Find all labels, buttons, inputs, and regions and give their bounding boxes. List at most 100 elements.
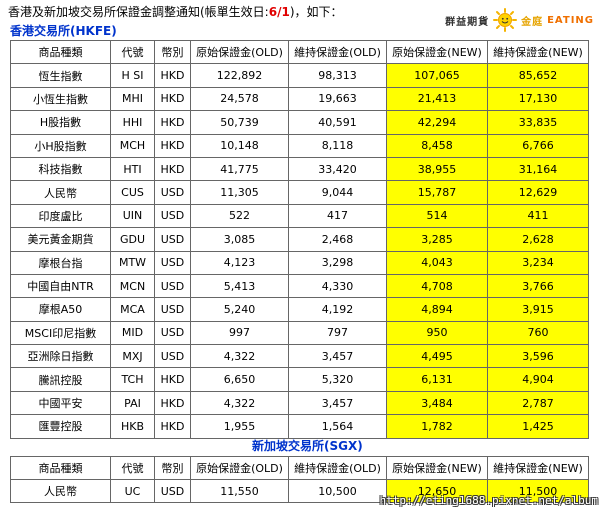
brand-logo: 群益期貨 金庭 EATING bbox=[445, 2, 594, 38]
initial-margin-new: 15,787 bbox=[386, 180, 488, 205]
product-code: MCN bbox=[110, 273, 155, 299]
maintenance-margin-old: 4,330 bbox=[288, 273, 387, 299]
maintenance-margin-new: 31,164 bbox=[487, 156, 589, 182]
product-name: 中國平安 bbox=[10, 390, 111, 416]
initial-margin-old: 4,322 bbox=[190, 390, 289, 416]
initial-margin-new: 107,065 bbox=[386, 63, 488, 88]
table-row: MSCI印尼指數 MID USD 997 797 950 760 bbox=[10, 320, 589, 346]
product-code: GDU bbox=[110, 227, 155, 252]
table-row: 中國自由NTR MCN USD 5,413 4,330 4,708 3,766 bbox=[10, 273, 589, 299]
product-name: MSCI印尼指數 bbox=[10, 320, 111, 346]
table-row: 印度盧比 UIN USD 522 417 514 411 bbox=[10, 203, 589, 229]
currency: HKD bbox=[154, 86, 191, 112]
maintenance-margin-old: 2,468 bbox=[288, 227, 387, 252]
currency: HKD bbox=[154, 390, 191, 416]
currency: USD bbox=[154, 250, 191, 275]
initial-margin-new: 1,782 bbox=[386, 414, 488, 439]
maintenance-margin-new: 4,904 bbox=[487, 367, 589, 392]
product-name: 美元黃金期貨 bbox=[10, 227, 111, 252]
product-name: 人民幣 bbox=[10, 479, 111, 503]
initial-margin-old: 5,240 bbox=[190, 297, 289, 322]
currency: USD bbox=[154, 320, 191, 346]
brand-part3: EATING bbox=[547, 14, 594, 26]
header-product: 商品種類 bbox=[10, 456, 111, 480]
initial-margin-old: 4,322 bbox=[190, 344, 289, 369]
initial-margin-old: 24,578 bbox=[190, 86, 289, 112]
product-name: 小H股指數 bbox=[10, 133, 111, 158]
header-maintenance-new: 維持保證金(NEW) bbox=[487, 39, 589, 65]
table-row: 騰訊控股 TCH HKD 6,650 5,320 6,131 4,904 bbox=[10, 367, 589, 392]
header-code: 代號 bbox=[110, 39, 155, 65]
maintenance-margin-old: 797 bbox=[288, 320, 387, 346]
hkfe-header-row: 商品種類 代號 幣別 原始保證金(OLD) 維持保證金(OLD) 原始保證金(N… bbox=[10, 39, 589, 65]
currency: HKD bbox=[154, 110, 191, 135]
header-maintenance-old: 維持保證金(OLD) bbox=[288, 39, 387, 65]
maintenance-margin-old: 8,118 bbox=[288, 133, 387, 158]
header-product: 商品種類 bbox=[10, 39, 111, 65]
product-name: 中國自由NTR bbox=[10, 273, 111, 299]
header-maintenance-old: 維持保證金(OLD) bbox=[288, 456, 387, 480]
brand-part2: 金庭 bbox=[521, 16, 544, 28]
effective-date: 6/1 bbox=[268, 5, 290, 19]
initial-margin-old: 3,085 bbox=[190, 227, 289, 252]
initial-margin-new: 950 bbox=[386, 320, 488, 346]
maintenance-margin-old: 33,420 bbox=[288, 156, 387, 182]
sgx-header-row: 商品種類 代號 幣別 原始保證金(OLD) 維持保證金(OLD) 原始保證金(N… bbox=[10, 456, 589, 480]
product-code: H SI bbox=[110, 63, 155, 88]
watermark-url: http://eting1688.pixnet.net/album bbox=[379, 494, 598, 507]
initial-margin-old: 4,123 bbox=[190, 250, 289, 275]
initial-margin-new: 38,955 bbox=[386, 156, 488, 182]
currency: HKD bbox=[154, 367, 191, 392]
maintenance-margin-new: 760 bbox=[487, 320, 589, 346]
currency: HKD bbox=[154, 133, 191, 158]
sgx-section-title: 新加坡交易所(SGX) bbox=[252, 439, 363, 453]
initial-margin-new: 3,484 bbox=[386, 390, 488, 416]
product-code: MCH bbox=[110, 133, 155, 158]
maintenance-margin-old: 3,457 bbox=[288, 344, 387, 369]
product-code: MXJ bbox=[110, 344, 155, 369]
product-name: 摩根台指 bbox=[10, 250, 111, 275]
initial-margin-new: 514 bbox=[386, 203, 488, 229]
initial-margin-new: 3,285 bbox=[386, 227, 488, 252]
initial-margin-old: 997 bbox=[190, 320, 289, 346]
currency: USD bbox=[154, 227, 191, 252]
product-code: HHI bbox=[110, 110, 155, 135]
product-name: H股指數 bbox=[10, 110, 111, 135]
product-name: 人民幣 bbox=[10, 180, 111, 205]
initial-margin-old: 5,413 bbox=[190, 273, 289, 299]
initial-margin-old: 50,739 bbox=[190, 110, 289, 135]
notice-prefix: 香港及新加坡交易所保證金調整通知(帳單生效日: bbox=[8, 5, 269, 19]
maintenance-margin-old: 9,044 bbox=[288, 180, 387, 205]
maintenance-margin-new: 6,766 bbox=[487, 133, 589, 158]
page: 香港及新加坡交易所保證金調整通知(帳單生效日:6/1)，如下： 群益期貨 金庭 E… bbox=[0, 0, 600, 508]
maintenance-margin-new: 3,234 bbox=[487, 250, 589, 275]
product-code: UC bbox=[110, 479, 155, 503]
currency: USD bbox=[154, 273, 191, 299]
currency: USD bbox=[154, 344, 191, 369]
initial-margin-new: 4,708 bbox=[386, 273, 488, 299]
maintenance-margin-new: 85,652 bbox=[487, 63, 589, 88]
header-initial-new: 原始保證金(NEW) bbox=[386, 39, 488, 65]
initial-margin-new: 6,131 bbox=[386, 367, 488, 392]
maintenance-margin-old: 1,564 bbox=[288, 414, 387, 439]
product-name: 恆生指數 bbox=[10, 63, 111, 88]
maintenance-margin-old: 98,313 bbox=[288, 63, 387, 88]
currency: USD bbox=[154, 479, 191, 503]
smiling-sun-icon bbox=[493, 8, 518, 32]
header-initial-new: 原始保證金(NEW) bbox=[386, 456, 488, 480]
currency: HKD bbox=[154, 414, 191, 439]
maintenance-margin-old: 10,500 bbox=[288, 479, 387, 503]
initial-margin-new: 42,294 bbox=[386, 110, 488, 135]
currency: HKD bbox=[154, 156, 191, 182]
product-code: TCH bbox=[110, 367, 155, 392]
product-code: MHI bbox=[110, 86, 155, 112]
currency: USD bbox=[154, 297, 191, 322]
maintenance-margin-new: 1,425 bbox=[487, 414, 589, 439]
initial-margin-new: 4,894 bbox=[386, 297, 488, 322]
table-row: 摩根台指 MTW USD 4,123 3,298 4,043 3,234 bbox=[10, 250, 589, 275]
header-currency: 幣別 bbox=[154, 39, 191, 65]
header-currency: 幣別 bbox=[154, 456, 191, 480]
table-row: 亞洲除日指數 MXJ USD 4,322 3,457 4,495 3,596 bbox=[10, 344, 589, 369]
initial-margin-old: 522 bbox=[190, 203, 289, 229]
table-row: 小H股指數 MCH HKD 10,148 8,118 8,458 6,766 bbox=[10, 133, 589, 158]
